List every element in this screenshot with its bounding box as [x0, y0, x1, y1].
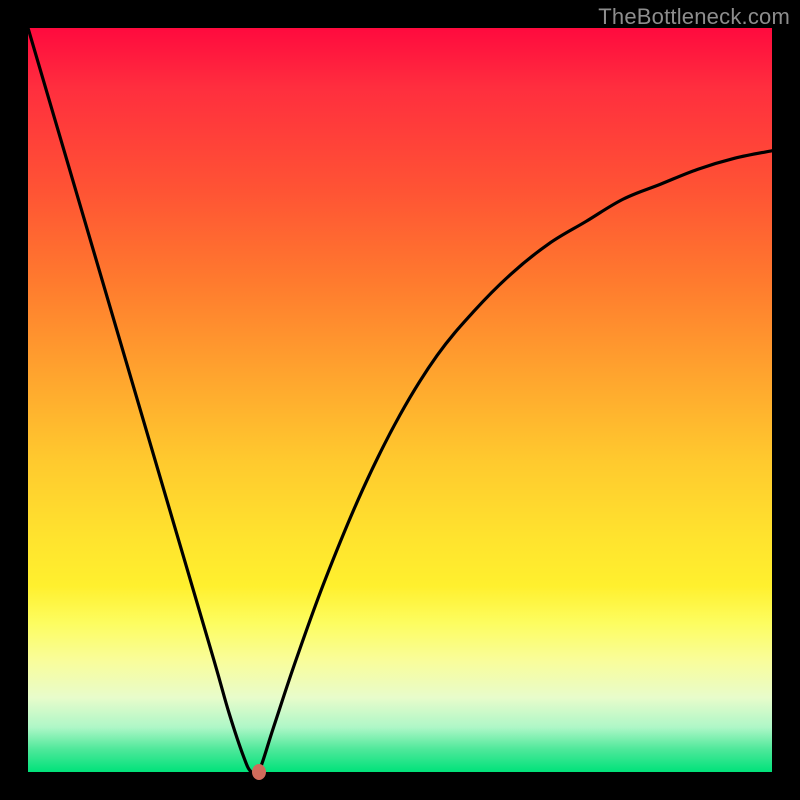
curve-path [28, 28, 772, 772]
optimum-marker [252, 764, 266, 780]
watermark-text: TheBottleneck.com [598, 4, 790, 30]
chart-frame: TheBottleneck.com [0, 0, 800, 800]
plot-area [28, 28, 772, 772]
bottleneck-curve [28, 28, 772, 772]
